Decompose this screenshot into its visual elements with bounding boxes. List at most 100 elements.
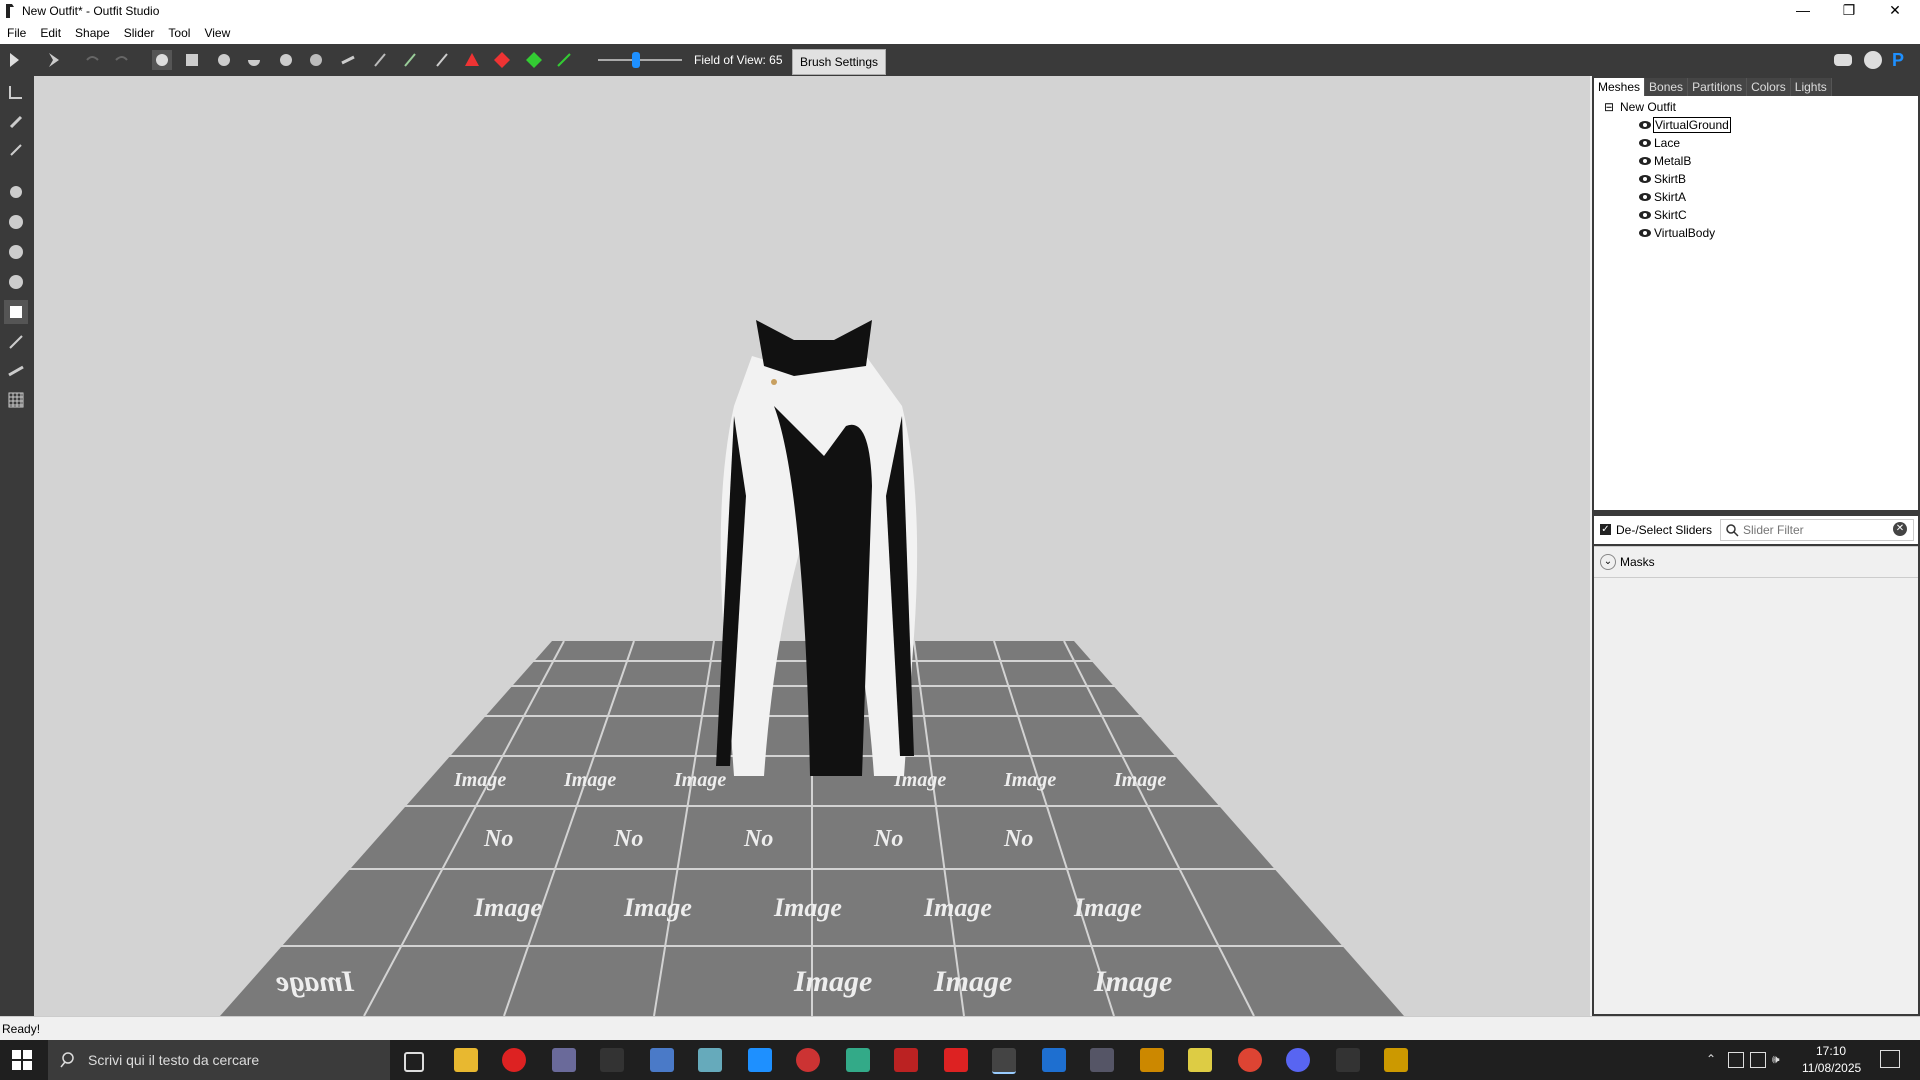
discord-icon[interactable]	[1832, 50, 1854, 70]
select-brush-icon[interactable]	[152, 50, 172, 70]
app-icon[interactable]	[1140, 1048, 1164, 1072]
chrome-icon[interactable]	[1238, 1048, 1262, 1072]
menu-slider[interactable]: Slider	[117, 22, 162, 44]
alpha-brush-icon[interactable]	[432, 50, 452, 70]
cube-view-icon[interactable]	[4, 300, 28, 324]
outfit-studio-task-icon[interactable]	[992, 1048, 1016, 1074]
color-brush-icon[interactable]	[400, 50, 420, 70]
chevron-down-icon[interactable]: ⌄	[1600, 554, 1616, 570]
split-edge-icon[interactable]	[524, 50, 544, 70]
mesh-item[interactable]: Lace	[1638, 136, 1680, 151]
mesh-item[interactable]: VirtualGround	[1638, 117, 1731, 133]
visibility-eye-icon[interactable]	[1638, 137, 1652, 151]
tree-root[interactable]: New Outfit	[1620, 100, 1676, 114]
app-icon[interactable]	[1042, 1048, 1066, 1072]
minimize-button[interactable]: —	[1780, 0, 1826, 22]
slider-filter-input[interactable]	[1741, 521, 1885, 539]
mesh-item[interactable]: SkirtA	[1638, 190, 1686, 205]
app-icon[interactable]	[1336, 1048, 1360, 1072]
undiff-brush-icon[interactable]	[338, 50, 358, 70]
menu-shape[interactable]: Shape	[68, 22, 117, 44]
brush-size-large-icon[interactable]	[4, 240, 28, 264]
vertex-select-icon[interactable]	[4, 138, 28, 162]
transform-icon[interactable]	[554, 50, 574, 70]
visibility-eye-icon[interactable]	[1638, 209, 1652, 223]
app-icon[interactable]	[944, 1048, 968, 1072]
app-icon[interactable]	[552, 1048, 576, 1072]
mesh-item[interactable]: SkirtB	[1638, 172, 1686, 187]
app-icon[interactable]	[1188, 1048, 1212, 1072]
volume-icon[interactable]: 🕪	[1772, 1052, 1780, 1067]
menu-view[interactable]: View	[197, 22, 237, 44]
bodyslide-icon[interactable]	[44, 50, 64, 70]
inflate-brush-icon[interactable]	[214, 50, 234, 70]
paypal-icon[interactable]: P	[1892, 50, 1914, 70]
network-icon[interactable]	[1750, 1052, 1766, 1068]
file-explorer-icon[interactable]	[454, 1048, 478, 1072]
mask-brush-icon[interactable]	[182, 50, 202, 70]
3d-viewport[interactable]: Image Image Image Image Image Image Imag…	[34, 76, 1590, 1016]
weight-brush-icon[interactable]	[370, 50, 390, 70]
tree-collapse-icon[interactable]: ⊟	[1604, 100, 1614, 114]
discord-task-icon[interactable]	[1286, 1048, 1310, 1072]
tab-bones[interactable]: Bones	[1645, 78, 1689, 96]
deselect-sliders-checkbox[interactable]: ✓	[1600, 524, 1611, 535]
tray-chevron-icon[interactable]: ⌃	[1706, 1052, 1716, 1066]
bone-tool-icon[interactable]	[4, 330, 28, 354]
clear-filter-icon[interactable]: ✕	[1893, 522, 1907, 536]
visibility-eye-icon[interactable]	[1638, 155, 1652, 169]
tab-partitions[interactable]: Partitions	[1688, 78, 1748, 96]
app-icon[interactable]	[698, 1048, 722, 1072]
transform-tool-icon[interactable]	[4, 80, 28, 104]
smooth-brush-icon[interactable]	[306, 50, 326, 70]
tab-lights[interactable]: Lights	[1790, 78, 1832, 96]
menu-edit[interactable]: Edit	[33, 22, 68, 44]
app-icon[interactable]	[796, 1048, 820, 1072]
fov-slider-thumb[interactable]	[632, 52, 640, 68]
taskbar-search[interactable]: Scrivi qui il testo da cercare	[48, 1040, 390, 1080]
app-icon[interactable]	[846, 1048, 870, 1072]
visibility-eye-icon[interactable]	[1638, 227, 1652, 241]
flip-edge-icon[interactable]	[492, 50, 512, 70]
github-icon[interactable]	[1862, 50, 1884, 70]
start-icon[interactable]	[12, 1050, 32, 1070]
deflate-brush-icon[interactable]	[244, 50, 264, 70]
mesh-item[interactable]: VirtualBody	[1638, 226, 1715, 241]
app-icon[interactable]	[748, 1048, 772, 1072]
visibility-eye-icon[interactable]	[1638, 173, 1652, 187]
menu-file[interactable]: File	[0, 22, 33, 44]
tab-colors[interactable]: Colors	[1747, 78, 1791, 96]
wireframe-icon[interactable]	[4, 358, 28, 382]
mesh-item[interactable]: MetalB	[1638, 154, 1691, 169]
restore-button[interactable]: ❐	[1826, 0, 1872, 22]
app-icon[interactable]	[650, 1048, 674, 1072]
brush-settings-button[interactable]: Brush Settings	[792, 49, 886, 75]
notification-icon[interactable]	[1880, 1050, 1900, 1068]
app-icon[interactable]	[894, 1048, 918, 1072]
masks-section[interactable]: ⌄ Masks	[1594, 546, 1918, 578]
brush-strength-icon[interactable]	[4, 270, 28, 294]
pivot-tool-icon[interactable]	[4, 110, 28, 134]
opera-icon[interactable]	[502, 1048, 526, 1072]
tab-meshes[interactable]: Meshes	[1594, 78, 1646, 96]
menu-tool[interactable]: Tool	[161, 22, 197, 44]
visibility-eye-icon[interactable]	[1638, 119, 1652, 133]
outfit-studio-icon[interactable]	[6, 50, 26, 70]
brush-size-small-icon[interactable]	[4, 180, 28, 204]
tray-icon[interactable]	[1728, 1052, 1744, 1068]
mesh-item[interactable]: SkirtC	[1638, 208, 1687, 223]
close-button[interactable]: ✕	[1872, 0, 1918, 22]
app-icon[interactable]	[1384, 1048, 1408, 1072]
collapse-vertex-icon[interactable]	[462, 50, 482, 70]
brush-size-medium-icon[interactable]	[4, 210, 28, 234]
slider-filter-box[interactable]: ✕	[1720, 519, 1914, 541]
grid-icon[interactable]	[4, 388, 28, 412]
undo-icon[interactable]	[82, 50, 102, 70]
redo-icon[interactable]	[112, 50, 132, 70]
move-brush-icon[interactable]	[276, 50, 296, 70]
app-icon[interactable]	[1090, 1048, 1114, 1072]
fov-slider[interactable]	[598, 59, 682, 61]
app-icon[interactable]	[600, 1048, 624, 1072]
visibility-eye-icon[interactable]	[1638, 191, 1652, 205]
task-view-icon[interactable]	[404, 1052, 424, 1072]
